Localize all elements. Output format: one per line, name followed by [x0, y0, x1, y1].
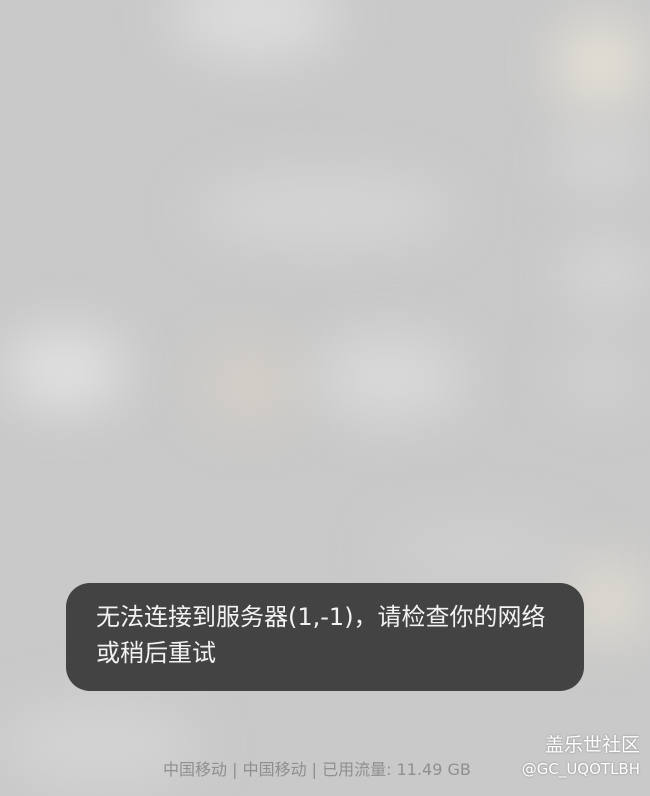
background-blur-blob	[315, 335, 465, 420]
carrier-data-usage-text: 中国移动 | 中国移动 | 已用流量: 11.49 GB	[163, 760, 471, 779]
background-blur-blob	[560, 130, 640, 190]
watermark-user-id: @GC_UQOTLBH	[521, 760, 640, 778]
background-blur-blob	[5, 330, 125, 410]
toast-message: 无法连接到服务器(1,-1)，请检查你的网络或稍后重试	[96, 603, 546, 667]
background-blur-blob	[380, 520, 580, 580]
background-blur-blob	[565, 240, 645, 310]
watermark: 盖乐世社区 @GC_UQOTLBH	[522, 732, 640, 780]
background-blur-blob	[200, 345, 300, 425]
error-toast: 无法连接到服务器(1,-1)，请检查你的网络或稍后重试	[66, 583, 584, 691]
background-blur-blob	[560, 345, 640, 405]
blurred-background-screen: 无法连接到服务器(1,-1)，请检查你的网络或稍后重试 中国移动 | 中国移动 …	[0, 0, 650, 796]
background-blur-blob	[195, 175, 455, 245]
watermark-community-name: 盖乐世社区	[544, 734, 640, 756]
background-blur-blob	[555, 20, 645, 110]
background-blur-blob	[170, 0, 340, 60]
